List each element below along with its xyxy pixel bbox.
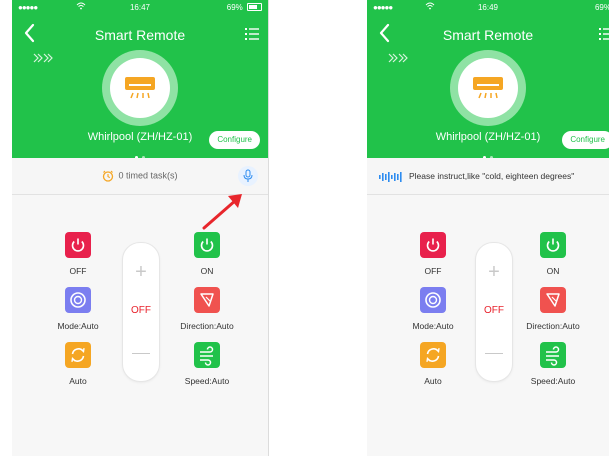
brand-logo <box>387 52 409 67</box>
status-bar: ●●●●● 16:47 69% <box>12 2 268 15</box>
configure-button[interactable]: Configure <box>562 131 609 149</box>
temperature-control: + OFF <box>475 242 513 382</box>
timed-tasks-label: 0 timed task(s) <box>118 170 178 181</box>
voice-button[interactable] <box>238 166 258 186</box>
direction-button[interactable]: Direction:Auto <box>513 287 593 331</box>
mode-button[interactable]: Mode:Auto <box>393 287 473 331</box>
phone-screen-left: ●●●●● 16:47 69% Smart Remote Whirlpool (… <box>12 0 269 456</box>
mode-label: Mode:Auto <box>57 321 99 331</box>
pointer-arrow-icon <box>202 194 242 230</box>
power-icon <box>420 232 446 258</box>
air-conditioner-icon <box>125 77 155 99</box>
wind-speed-icon <box>540 342 566 368</box>
swing-direction-icon <box>540 287 566 313</box>
power-on-label: ON <box>200 266 214 276</box>
power-on-button[interactable]: ON <box>513 232 593 276</box>
list-menu-icon <box>245 28 259 40</box>
voice-prompt: Please instruct,like "cold, eighteen deg… <box>379 171 574 182</box>
power-on-button[interactable]: ON <box>167 232 247 276</box>
speed-button[interactable]: Speed:Auto <box>513 342 593 386</box>
direction-button[interactable]: Direction:Auto <box>167 287 247 331</box>
battery-percent: 69% <box>226 3 243 12</box>
brand-logo <box>32 52 54 67</box>
status-bar: ●●●●● 16:49 69% <box>367 2 609 15</box>
header: ●●●●● 16:49 69% Smart Remote <box>367 0 609 159</box>
remote-control-panel: OFF Mode:Auto Auto + OFF ON Direction:Au… <box>367 195 609 456</box>
power-off-label: OFF <box>424 266 442 276</box>
auto-cycle-icon <box>65 342 91 368</box>
power-icon <box>65 232 91 258</box>
direction-label: Direction:Auto <box>180 321 234 331</box>
page-title: Smart Remote <box>442 27 534 43</box>
auto-label: Auto <box>69 376 87 386</box>
auto-button[interactable]: Auto <box>393 342 473 386</box>
status-time: 16:49 <box>477 3 499 12</box>
speed-label: Speed:Auto <box>184 376 230 386</box>
remote-control-panel: OFF Mode:Auto Auto + OFF ON Direction:Au… <box>12 195 268 456</box>
auto-button[interactable]: Auto <box>38 342 118 386</box>
speed-button[interactable]: Speed:Auto <box>167 342 247 386</box>
temperature-down-button[interactable] <box>132 353 150 354</box>
swing-direction-icon <box>194 287 220 313</box>
microphone-icon <box>243 169 253 182</box>
header: ●●●●● 16:47 69% Smart Remote Whirlpool (… <box>12 0 268 159</box>
power-off-button[interactable]: OFF <box>38 232 118 276</box>
power-state: OFF <box>484 305 504 316</box>
alarm-clock-icon <box>103 170 114 182</box>
mode-button[interactable]: Mode:Auto <box>38 287 118 331</box>
mode-icon <box>420 287 446 313</box>
temperature-up-button[interactable]: + <box>123 261 159 284</box>
wind-speed-icon <box>194 342 220 368</box>
air-conditioner-icon <box>473 77 503 99</box>
battery-status: 69% <box>595 3 609 12</box>
temperature-control: + OFF <box>122 242 160 382</box>
device-image <box>102 50 178 126</box>
auto-label: Auto <box>424 376 442 386</box>
temperature-down-button[interactable] <box>485 353 503 354</box>
sound-wave-icon[interactable] <box>379 171 405 182</box>
power-state: OFF <box>131 305 151 316</box>
menu-button[interactable] <box>245 27 259 41</box>
list-menu-icon <box>599 28 609 40</box>
power-icon <box>194 232 220 258</box>
power-icon <box>540 232 566 258</box>
battery-status: 69% <box>227 3 262 12</box>
battery-icon <box>247 3 262 11</box>
power-on-label: ON <box>546 266 560 276</box>
battery-percent: 69% <box>594 3 609 12</box>
voice-prompt-text: Please instruct,like "cold, eighteen deg… <box>409 171 575 181</box>
menu-button[interactable] <box>599 27 609 41</box>
mode-label: Mode:Auto <box>412 321 454 331</box>
temperature-up-button[interactable]: + <box>476 261 512 284</box>
mode-icon <box>65 287 91 313</box>
device-image <box>450 50 526 126</box>
timed-tasks-link[interactable]: 0 timed task(s) <box>12 170 268 182</box>
page-title: Smart Remote <box>94 27 186 43</box>
phone-screen-right: ●●●●● 16:49 69% Smart Remote <box>367 0 609 456</box>
direction-label: Direction:Auto <box>526 321 580 331</box>
speed-label: Speed:Auto <box>530 376 576 386</box>
power-off-label: OFF <box>69 266 87 276</box>
auto-cycle-icon <box>420 342 446 368</box>
voice-instruction-bar: Please instruct,like "cold, eighteen deg… <box>367 158 609 195</box>
configure-button[interactable]: Configure <box>209 131 260 149</box>
power-off-button[interactable]: OFF <box>393 232 473 276</box>
